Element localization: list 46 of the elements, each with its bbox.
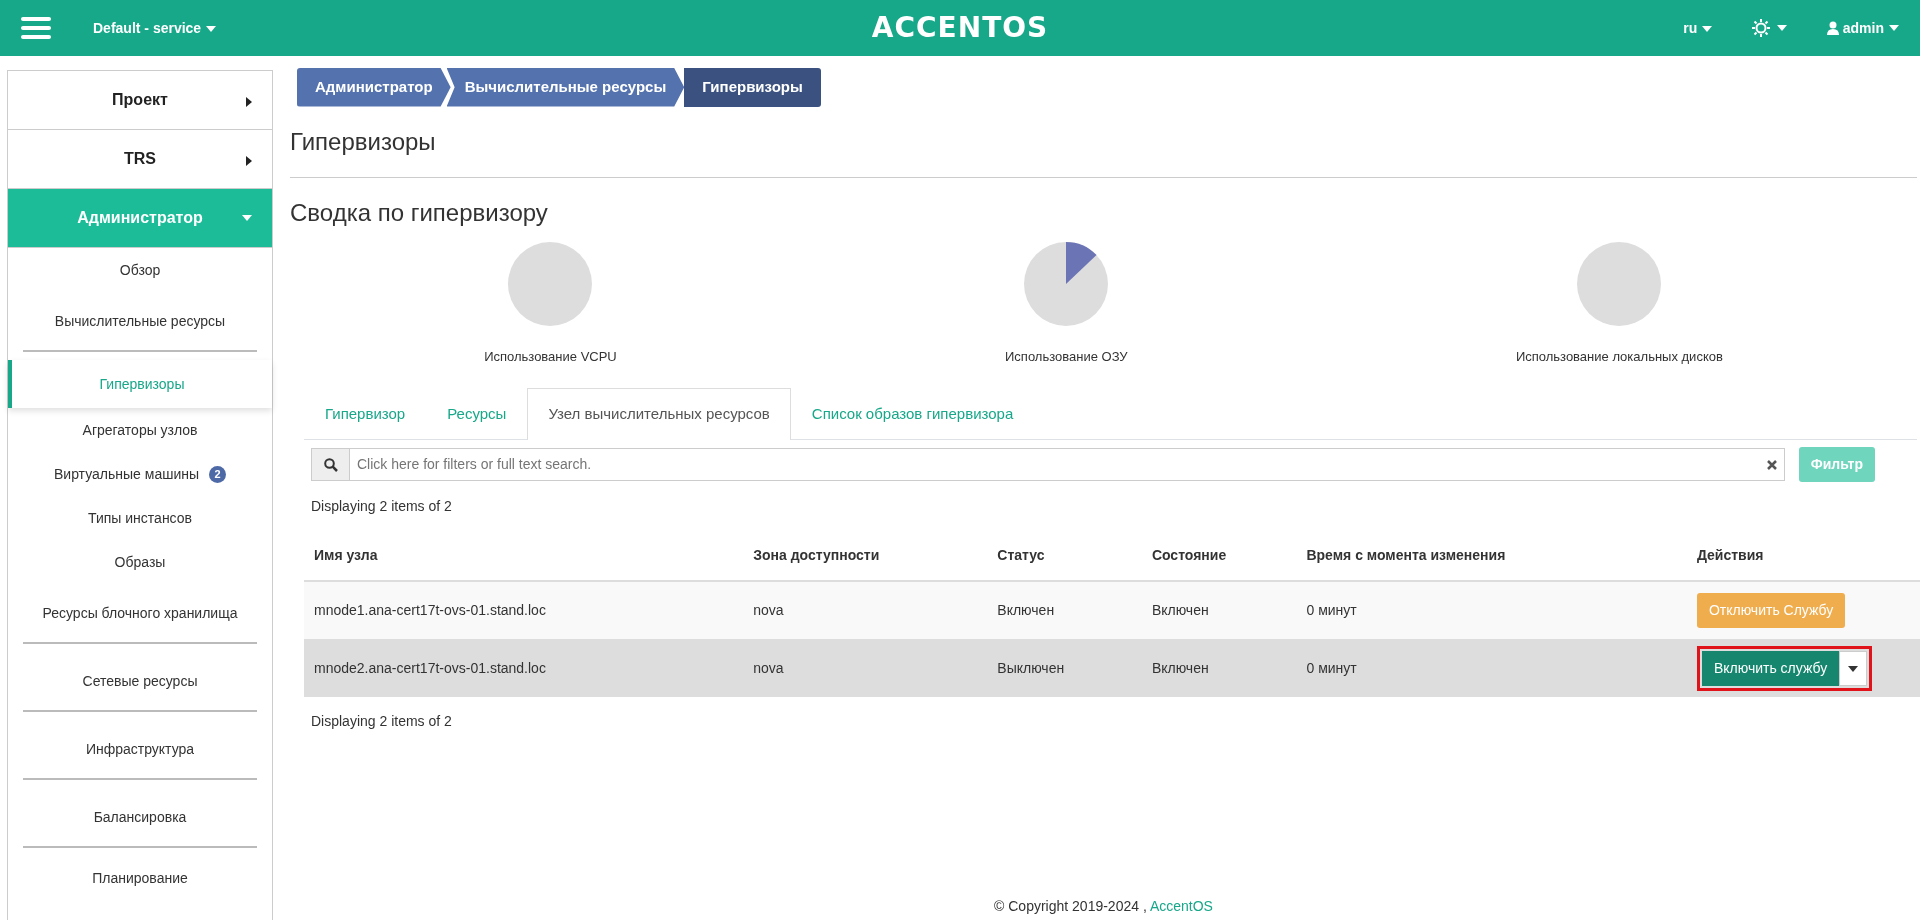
clear-icon[interactable] — [1766, 459, 1777, 470]
sun-icon — [1752, 19, 1771, 37]
action-button-group[interactable]: Включить службу — [1696, 645, 1873, 691]
sidebar-group[interactable]: Инфраструктура — [23, 720, 257, 780]
table-cell: Включен — [1141, 639, 1297, 698]
table-cell: Включен — [1141, 581, 1297, 640]
sidebar-section[interactable]: Проект — [8, 71, 272, 130]
breadcrumb-link[interactable]: Администратор — [297, 68, 451, 107]
sidebar-group[interactable]: Ресурсы блочного хранилища — [23, 584, 257, 644]
table-cell: mnode1.ana-cert17t-ovs-01.stand.loc — [304, 581, 744, 640]
count-badge: 2 — [209, 465, 226, 483]
sidebar-item[interactable]: Виртуальные машины 2 — [8, 452, 272, 496]
sidebar-item[interactable]: Агрегаторы узлов — [8, 408, 272, 452]
search-icon — [323, 457, 338, 472]
sidebar-item[interactable]: Планирование — [8, 856, 272, 900]
sidebar-group[interactable]: Вычислительные ресурсы — [23, 292, 257, 352]
table-cell: Включен — [987, 581, 1142, 640]
sidebar-group[interactable]: Балансировка — [23, 788, 257, 848]
section-title: Сводка по гипервизору — [290, 199, 549, 229]
table-cell: Выключен — [987, 639, 1142, 698]
chart-label: Использование ОЗУ — [1005, 348, 1128, 367]
sidebar-group[interactable]: Сетевые ресурсы — [23, 652, 257, 712]
breadcrumb-link[interactable]: Вычислительные ресурсы — [446, 68, 685, 107]
table-cell: 0 минут — [1296, 639, 1687, 698]
chart-label: Использование локальных дисков — [1515, 348, 1723, 367]
table-cell: nova — [743, 639, 988, 698]
table-cell: 0 минут — [1296, 581, 1687, 640]
item-count: Displaying 2 items of 2 — [311, 497, 453, 517]
item-count: Displaying 2 items of 2 — [311, 712, 453, 732]
table-cell: mnode2.ana-cert17t-ovs-01.stand.loc — [304, 639, 744, 698]
caret-dropdown-button[interactable] — [1839, 650, 1868, 686]
menu-icon[interactable] — [21, 16, 51, 40]
breadcrumb-link[interactable]: Гипервизоры — [684, 68, 821, 107]
table-cell: nova — [743, 581, 988, 640]
chart-label: Использование VCPU — [484, 348, 617, 367]
theme-dropdown[interactable] — [1752, 19, 1788, 37]
sidebar-item[interactable]: Типы инстансов — [8, 496, 272, 540]
sidebar-item[interactable]: Образы — [8, 540, 272, 584]
user-icon — [1827, 21, 1840, 35]
table-row[interactable]: mnode1.ana-cert17t-ovs-01.stand.loc nova Включен Включен 0 минут Отключить Службу — [304, 581, 1920, 640]
enable-service-button[interactable]: Включить службу — [1701, 650, 1840, 686]
page-title: Гипервизоры — [290, 127, 437, 157]
sidebar-item[interactable]: Обзор — [8, 248, 272, 292]
copyright-text: © Copyright 2019-2024 , — [994, 897, 1148, 914]
tab[interactable]: Узел вычислительных ресурсов — [527, 387, 791, 441]
logo: ACCENTOS — [871, 10, 1049, 46]
